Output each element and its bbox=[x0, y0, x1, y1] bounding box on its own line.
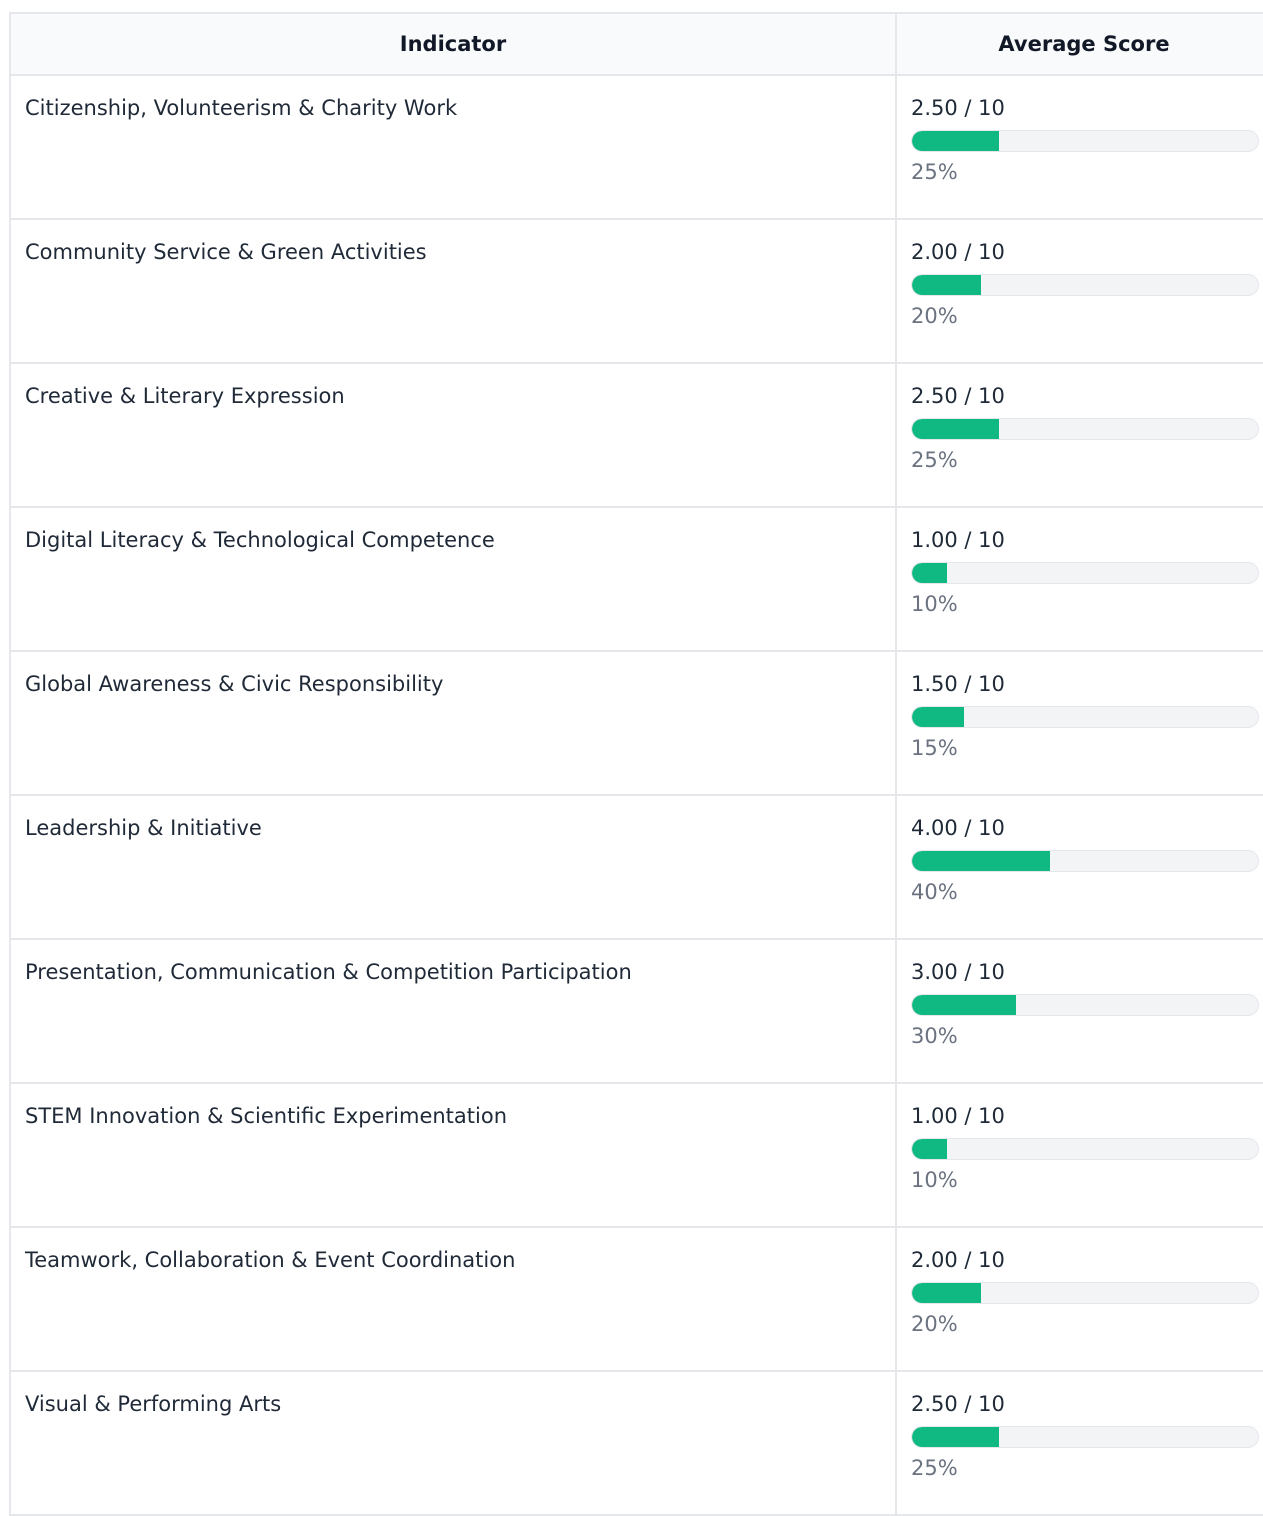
indicator-name: Leadership & Initiative bbox=[25, 816, 262, 840]
score-progress-bar bbox=[911, 1426, 1259, 1448]
table-row: Teamwork, Collaboration & Event Coordina… bbox=[9, 1226, 1263, 1372]
average-score-cell: 2.00 / 10 20% bbox=[895, 218, 1263, 364]
indicator-cell: Community Service & Green Activities bbox=[9, 218, 897, 364]
score-percent: 40% bbox=[911, 880, 958, 904]
score-value: 2.50 / 10 bbox=[911, 96, 1005, 120]
score-value: 2.00 / 10 bbox=[911, 1248, 1005, 1272]
score-progress-fill bbox=[912, 563, 947, 583]
score-progress-bar bbox=[911, 1138, 1259, 1160]
indicator-cell: Teamwork, Collaboration & Event Coordina… bbox=[9, 1226, 897, 1372]
indicator-scores-table: Indicator Average Score Citizenship, Vol… bbox=[9, 12, 1263, 1516]
table-row: Citizenship, Volunteerism & Charity Work… bbox=[9, 74, 1263, 220]
score-progress-fill bbox=[912, 707, 964, 727]
score-value: 3.00 / 10 bbox=[911, 960, 1005, 984]
scores-table-container: Indicator Average Score Citizenship, Vol… bbox=[9, 12, 1263, 1516]
indicator-cell: Leadership & Initiative bbox=[9, 794, 897, 940]
table-row: Global Awareness & Civic Responsibility 1… bbox=[9, 650, 1263, 796]
score-progress-fill bbox=[912, 419, 999, 439]
score-progress-fill bbox=[912, 1139, 947, 1159]
score-percent: 20% bbox=[911, 1312, 958, 1336]
indicator-cell: Creative & Literary Expression bbox=[9, 362, 897, 508]
average-score-cell: 2.00 / 10 20% bbox=[895, 1226, 1263, 1372]
score-value: 2.00 / 10 bbox=[911, 240, 1005, 264]
score-value: 2.50 / 10 bbox=[911, 384, 1005, 408]
indicator-name: Community Service & Green Activities bbox=[25, 240, 427, 264]
score-progress-bar bbox=[911, 562, 1259, 584]
score-value: 2.50 / 10 bbox=[911, 1392, 1005, 1416]
score-value: 1.50 / 10 bbox=[911, 672, 1005, 696]
score-value: 1.00 / 10 bbox=[911, 528, 1005, 552]
average-score-cell: 1.00 / 10 10% bbox=[895, 506, 1263, 652]
average-score-cell: 3.00 / 10 30% bbox=[895, 938, 1263, 1084]
average-score-cell: 2.50 / 10 25% bbox=[895, 362, 1263, 508]
score-progress-bar bbox=[911, 994, 1259, 1016]
indicator-cell: STEM Innovation & Scientific Experimenta… bbox=[9, 1082, 897, 1228]
score-progress-bar bbox=[911, 130, 1259, 152]
score-progress-fill bbox=[912, 1427, 999, 1447]
indicator-cell: Presentation, Communication & Competitio… bbox=[9, 938, 897, 1084]
indicator-name: STEM Innovation & Scientific Experimenta… bbox=[25, 1104, 508, 1128]
table-row: STEM Innovation & Scientific Experimenta… bbox=[9, 1082, 1263, 1228]
score-progress-bar bbox=[911, 274, 1259, 296]
score-progress-fill bbox=[912, 131, 999, 151]
score-percent: 25% bbox=[911, 160, 958, 184]
indicator-name: Creative & Literary Expression bbox=[25, 384, 345, 408]
score-percent: 10% bbox=[911, 592, 958, 616]
score-progress-fill bbox=[912, 851, 1051, 871]
score-value: 4.00 / 10 bbox=[911, 816, 1005, 840]
indicator-cell: Digital Literacy & Technological Compete… bbox=[9, 506, 897, 652]
indicator-name: Visual & Performing Arts bbox=[25, 1392, 282, 1416]
table-header-row: Indicator Average Score bbox=[9, 12, 1263, 76]
indicator-name: Digital Literacy & Technological Compete… bbox=[25, 528, 495, 552]
indicator-name: Citizenship, Volunteerism & Charity Work bbox=[25, 96, 458, 120]
average-score-cell: 1.50 / 10 15% bbox=[895, 650, 1263, 796]
score-percent: 25% bbox=[911, 448, 958, 472]
indicator-cell: Citizenship, Volunteerism & Charity Work bbox=[9, 74, 897, 220]
table-row: Digital Literacy & Technological Compete… bbox=[9, 506, 1263, 652]
table-row: Presentation, Communication & Competitio… bbox=[9, 938, 1263, 1084]
average-score-cell: 1.00 / 10 10% bbox=[895, 1082, 1263, 1228]
score-progress-fill bbox=[912, 1283, 982, 1303]
score-progress-bar bbox=[911, 850, 1259, 872]
score-progress-bar bbox=[911, 418, 1259, 440]
score-percent: 25% bbox=[911, 1456, 958, 1480]
table-row: Leadership & Initiative 4.00 / 10 40% bbox=[9, 794, 1263, 940]
table-row: Creative & Literary Expression 2.50 / 10 2… bbox=[9, 362, 1263, 508]
table-row: Visual & Performing Arts 2.50 / 10 25% bbox=[9, 1370, 1263, 1516]
score-progress-fill bbox=[912, 275, 982, 295]
average-score-cell: 4.00 / 10 40% bbox=[895, 794, 1263, 940]
average-score-cell: 2.50 / 10 25% bbox=[895, 1370, 1263, 1516]
header-average-score[interactable]: Average Score bbox=[895, 12, 1263, 76]
score-percent: 30% bbox=[911, 1024, 958, 1048]
header-indicator[interactable]: Indicator bbox=[9, 12, 897, 76]
table-body: Citizenship, Volunteerism & Charity Work… bbox=[9, 74, 1263, 1516]
score-value: 1.00 / 10 bbox=[911, 1104, 1005, 1128]
indicator-name: Global Awareness & Civic Responsibility bbox=[25, 672, 444, 696]
table-row: Community Service & Green Activities 2.00… bbox=[9, 218, 1263, 364]
score-progress-bar bbox=[911, 706, 1259, 728]
score-percent: 20% bbox=[911, 304, 958, 328]
indicator-cell: Global Awareness & Civic Responsibility bbox=[9, 650, 897, 796]
indicator-name: Teamwork, Collaboration & Event Coordina… bbox=[25, 1248, 516, 1272]
indicator-cell: Visual & Performing Arts bbox=[9, 1370, 897, 1516]
average-score-cell: 2.50 / 10 25% bbox=[895, 74, 1263, 220]
score-percent: 10% bbox=[911, 1168, 958, 1192]
score-percent: 15% bbox=[911, 736, 958, 760]
score-progress-bar bbox=[911, 1282, 1259, 1304]
indicator-name: Presentation, Communication & Competitio… bbox=[25, 960, 632, 984]
score-progress-fill bbox=[912, 995, 1016, 1015]
